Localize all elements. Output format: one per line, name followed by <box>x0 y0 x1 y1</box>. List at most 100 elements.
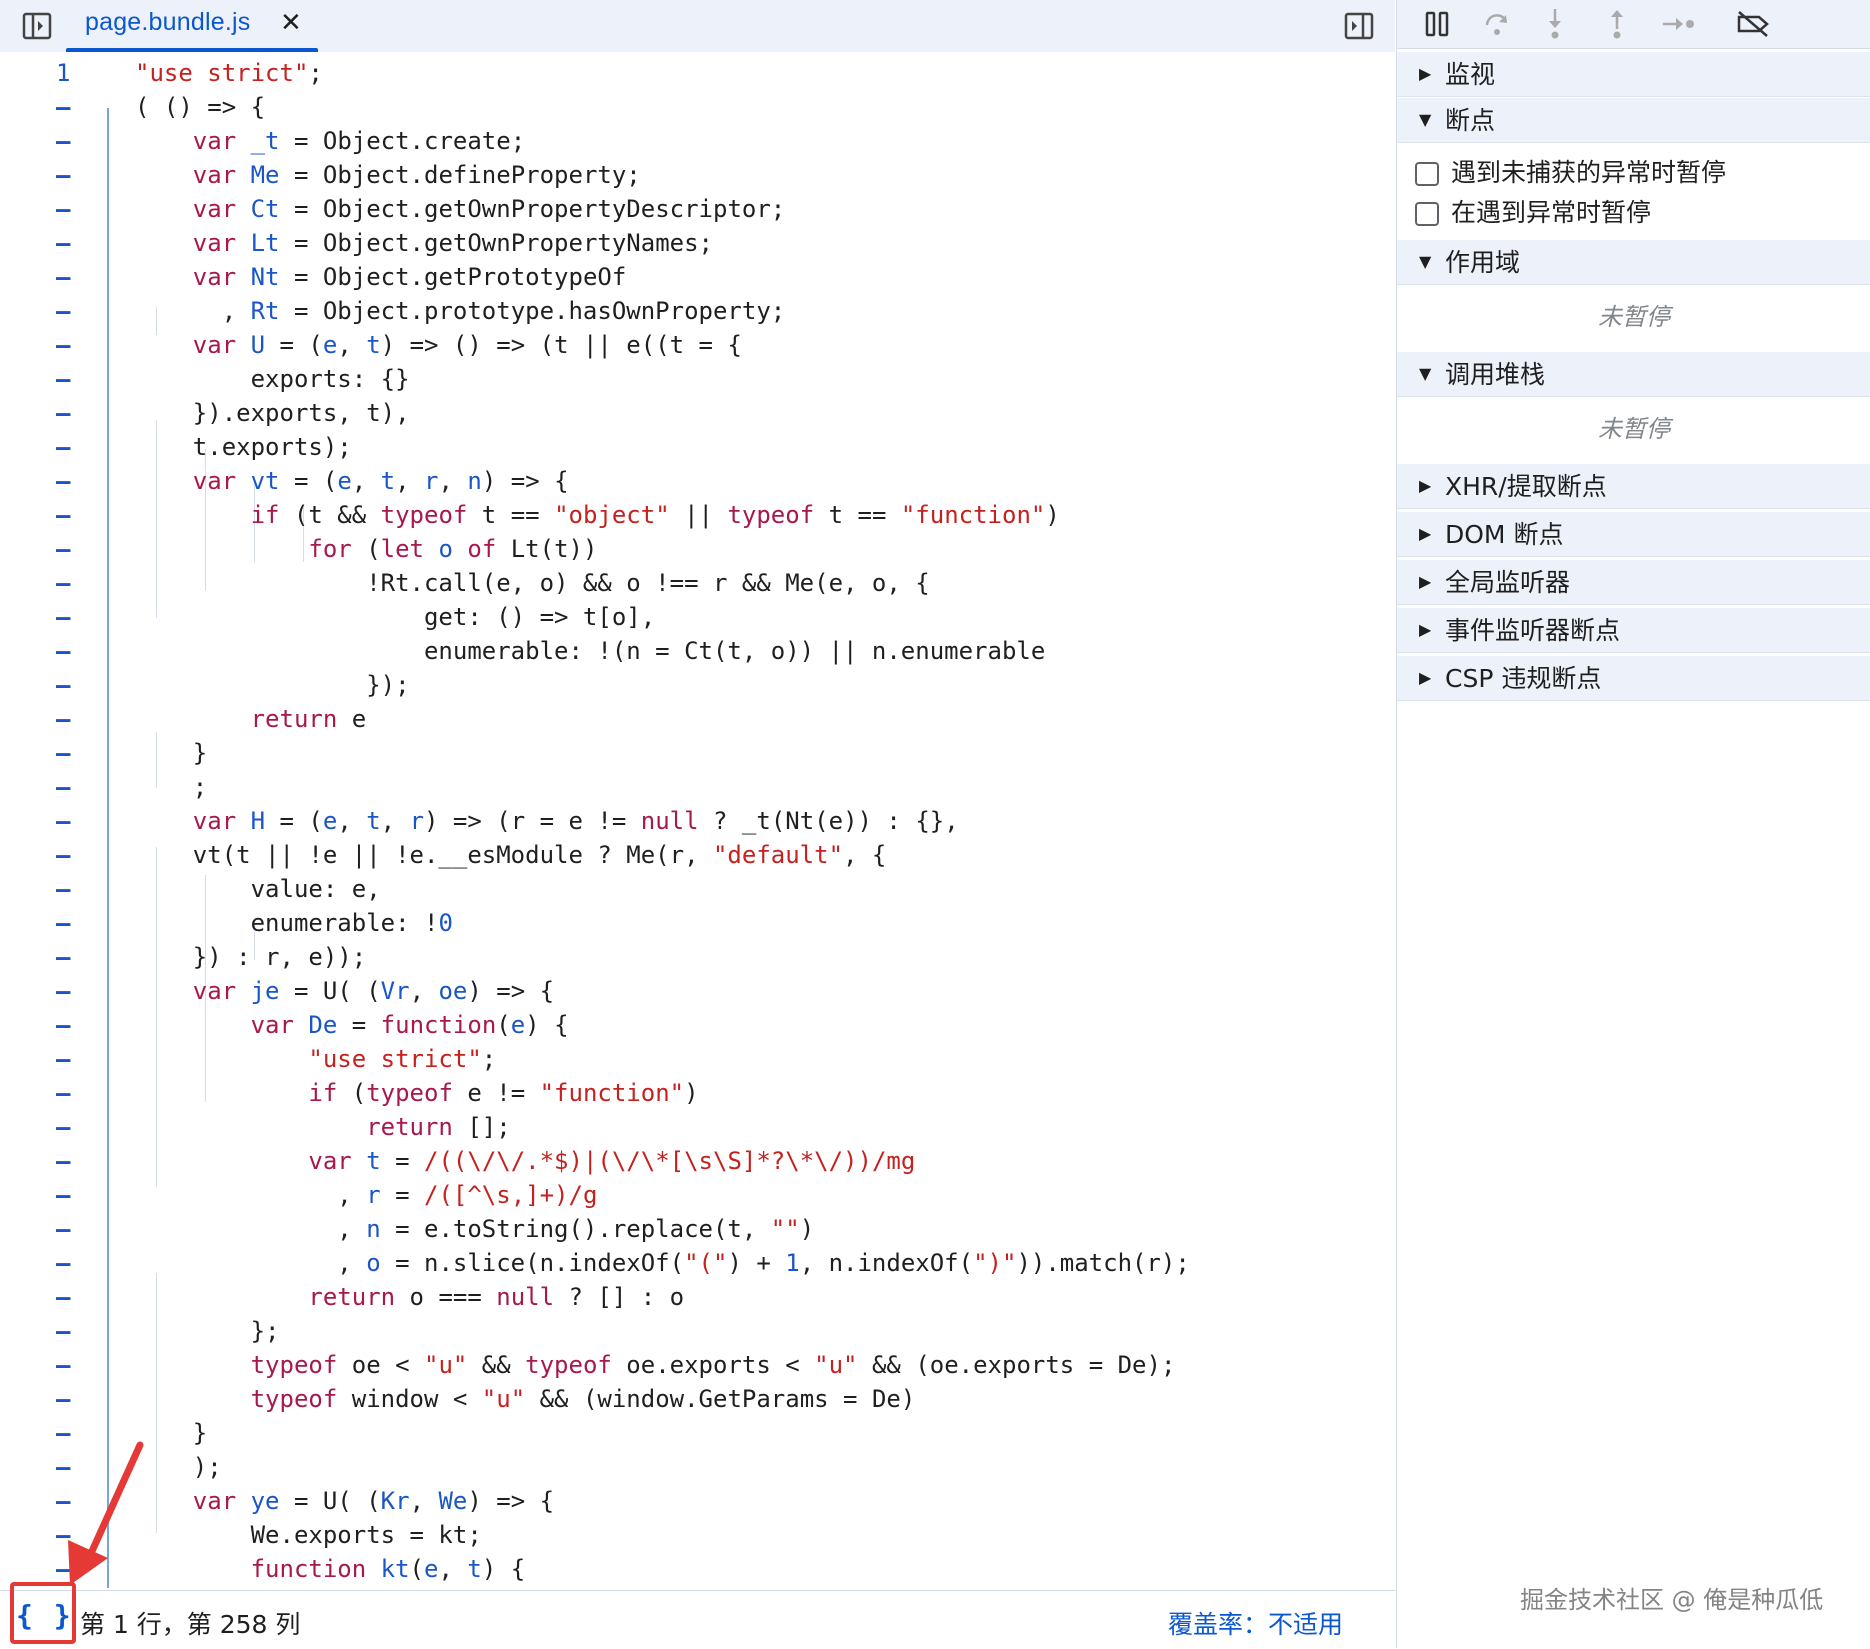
checkbox[interactable] <box>1415 162 1439 186</box>
section-watch[interactable]: ▶ 监视 <box>1397 52 1870 97</box>
code-line[interactable]: – } <box>0 1416 1395 1450</box>
pause-on-uncaught-exceptions[interactable]: 遇到未捕获的异常时暂停 <box>1397 154 1870 192</box>
debugger-sidebar-toggle-button[interactable] <box>1342 9 1376 43</box>
code-line[interactable]: – var _t = Object.create; <box>0 124 1395 158</box>
section-xhr-breakpoints[interactable]: ▶ XHR/提取断点 <box>1397 464 1870 509</box>
line-number[interactable]: – <box>56 1178 96 1212</box>
code-line[interactable]: – typeof window < "u" && (window.GetPara… <box>0 1382 1395 1416</box>
line-number[interactable]: – <box>56 498 96 532</box>
tab-page-bundle[interactable]: page.bundle.js ✕ <box>66 0 318 52</box>
line-number[interactable]: – <box>56 872 96 906</box>
line-number[interactable]: – <box>56 906 96 940</box>
code-line[interactable]: – }) : r, e)); <box>0 940 1395 974</box>
line-number[interactable]: – <box>56 1212 96 1246</box>
code-editor[interactable]: 1 "use strict"; –( () => {– var _t = Objec… <box>0 52 1395 1590</box>
code-line[interactable]: – !Rt.call(e, o) && o !== r && Me(e, o, … <box>0 566 1395 600</box>
checkbox[interactable] <box>1415 202 1439 226</box>
line-number[interactable]: – <box>56 1348 96 1382</box>
code-line[interactable]: – "use strict"; <box>0 1042 1395 1076</box>
code-line[interactable]: – exports: {} <box>0 362 1395 396</box>
line-number[interactable]: – <box>56 294 96 328</box>
section-call-stack[interactable]: ▼ 调用堆栈 <box>1397 352 1870 397</box>
line-number[interactable]: – <box>56 770 96 804</box>
code-line[interactable]: – var Me = Object.defineProperty; <box>0 158 1395 192</box>
code-line[interactable]: – var Lt = Object.getOwnPropertyNames; <box>0 226 1395 260</box>
line-number[interactable]: – <box>56 1110 96 1144</box>
code-line[interactable]: – var ye = U( (Kr, We) => { <box>0 1484 1395 1518</box>
line-number[interactable]: – <box>56 1382 96 1416</box>
code-line[interactable]: – , n = e.toString().replace(t, "") <box>0 1212 1395 1246</box>
line-number[interactable]: – <box>56 1042 96 1076</box>
section-global-listeners[interactable]: ▶ 全局监听器 <box>1397 560 1870 605</box>
line-number[interactable]: – <box>56 328 96 362</box>
line-number[interactable]: – <box>56 1280 96 1314</box>
code-line[interactable]: – if (typeof e != "function") <box>0 1076 1395 1110</box>
step-button[interactable] <box>1661 6 1697 42</box>
code-line[interactable]: – typeof oe < "u" && typeof oe.exports <… <box>0 1348 1395 1382</box>
code-line[interactable]: – }).exports, t), <box>0 396 1395 430</box>
close-icon[interactable]: ✕ <box>280 8 302 38</box>
code-line[interactable]: – enumerable: !0 <box>0 906 1395 940</box>
code-line[interactable]: – var t = /((\/\/.*$)|(\/\*[\s\S]*?\*\/)… <box>0 1144 1395 1178</box>
code-line[interactable]: – var Ct = Object.getOwnPropertyDescript… <box>0 192 1395 226</box>
deactivate-breakpoints-button[interactable] <box>1735 6 1771 42</box>
code-line[interactable]: – return o === null ? [] : o <box>0 1280 1395 1314</box>
pause-button[interactable] <box>1419 6 1455 42</box>
code-line[interactable]: – var De = function(e) { <box>0 1008 1395 1042</box>
section-csp-breakpoints[interactable]: ▶ CSP 违规断点 <box>1397 656 1870 701</box>
code-line[interactable]: – var U = (e, t) => () => (t || e((t = { <box>0 328 1395 362</box>
navigator-toggle-button[interactable] <box>20 9 54 43</box>
code-line[interactable]: 1 "use strict"; <box>0 56 1395 90</box>
line-number[interactable]: – <box>56 974 96 1008</box>
line-number[interactable]: – <box>56 90 96 124</box>
line-number[interactable]: – <box>56 634 96 668</box>
code-line[interactable]: – , Rt = Object.prototype.hasOwnProperty… <box>0 294 1395 328</box>
line-number[interactable]: – <box>56 1314 96 1348</box>
step-out-button[interactable] <box>1599 6 1635 42</box>
code-line[interactable]: – var je = U( (Vr, oe) => { <box>0 974 1395 1008</box>
code-line[interactable]: – return []; <box>0 1110 1395 1144</box>
code-line[interactable]: – vt(t || !e || !e.__esModule ? Me(r, "d… <box>0 838 1395 872</box>
line-number[interactable]: – <box>56 158 96 192</box>
code-line[interactable]: – , o = n.slice(n.indexOf("(") + 1, n.in… <box>0 1246 1395 1280</box>
code-line[interactable]: – if (t && typeof t == "object" || typeo… <box>0 498 1395 532</box>
line-number[interactable]: – <box>56 1246 96 1280</box>
coverage-link[interactable]: 覆盖率：不适用 <box>1168 1605 1343 1641</box>
code-line[interactable]: – }; <box>0 1314 1395 1348</box>
code-line[interactable]: – ; <box>0 770 1395 804</box>
line-number[interactable]: – <box>56 702 96 736</box>
code-line[interactable]: – }); <box>0 668 1395 702</box>
code-line[interactable]: – var H = (e, t, r) => (r = e != null ? … <box>0 804 1395 838</box>
line-number[interactable]: – <box>56 192 96 226</box>
code-line[interactable]: – enumerable: !(n = Ct(t, o)) || n.enume… <box>0 634 1395 668</box>
code-line[interactable]: – var vt = (e, t, r, n) => { <box>0 464 1395 498</box>
line-number[interactable]: – <box>56 1144 96 1178</box>
line-number[interactable]: – <box>56 566 96 600</box>
code-line[interactable]: – for (let o of Lt(t)) <box>0 532 1395 566</box>
line-number[interactable]: – <box>56 464 96 498</box>
line-number[interactable]: – <box>56 668 96 702</box>
pause-on-caught-exceptions[interactable]: 在遇到异常时暂停 <box>1397 194 1870 232</box>
code-line[interactable]: – } <box>0 736 1395 770</box>
section-event-listener-breakpoints[interactable]: ▶ 事件监听器断点 <box>1397 608 1870 653</box>
line-number[interactable]: – <box>56 396 96 430</box>
code-line[interactable]: – We.exports = kt; <box>0 1518 1395 1552</box>
section-breakpoints[interactable]: ▼ 断点 <box>1397 98 1870 143</box>
line-number[interactable]: – <box>56 430 96 464</box>
line-number[interactable]: – <box>56 1076 96 1110</box>
section-dom-breakpoints[interactable]: ▶ DOM 断点 <box>1397 512 1870 557</box>
code-line[interactable]: – function kt(e, t) { <box>0 1552 1395 1586</box>
code-line[interactable]: – , r = /([^\s,]+)/g <box>0 1178 1395 1212</box>
line-number[interactable]: – <box>56 124 96 158</box>
code-line[interactable]: – return e <box>0 702 1395 736</box>
code-line[interactable]: – value: e, <box>0 872 1395 906</box>
line-number[interactable]: – <box>56 362 96 396</box>
step-over-button[interactable] <box>1479 6 1515 42</box>
step-into-button[interactable] <box>1537 6 1573 42</box>
line-number[interactable]: – <box>56 940 96 974</box>
line-number[interactable]: – <box>56 532 96 566</box>
line-number[interactable]: 1 <box>56 56 96 90</box>
code-line[interactable]: – var Nt = Object.getPrototypeOf <box>0 260 1395 294</box>
code-line[interactable]: – ( () => { <box>0 90 1395 124</box>
line-number[interactable]: – <box>56 736 96 770</box>
